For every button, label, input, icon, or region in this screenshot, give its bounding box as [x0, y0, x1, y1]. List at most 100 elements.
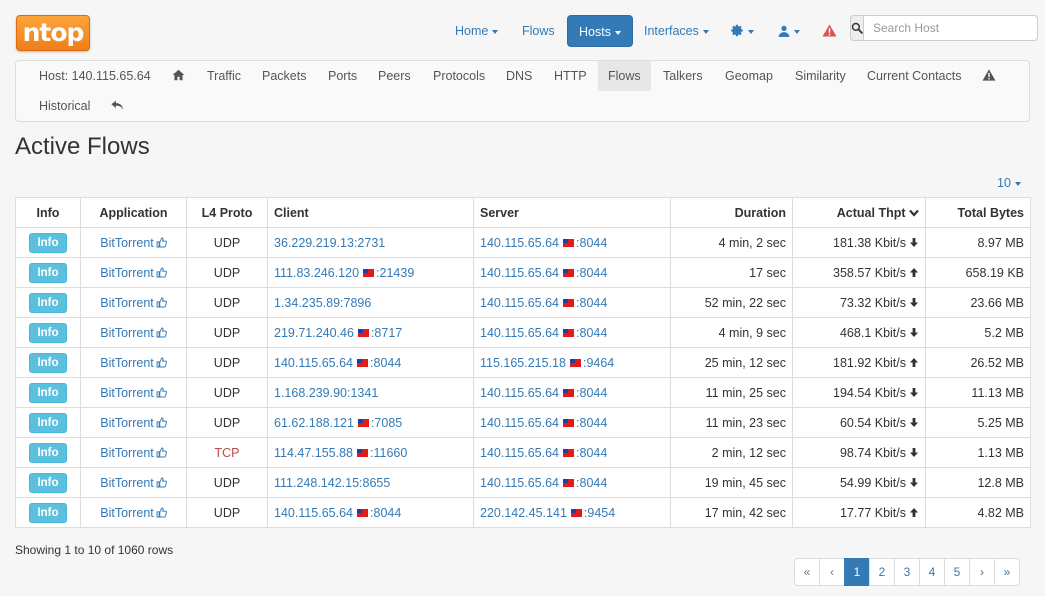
client-host-link[interactable]: 219.71.240.46: [274, 326, 354, 340]
client-host-link[interactable]: 1.34.235.89:7896: [274, 296, 371, 310]
tab-similarity[interactable]: Similarity: [785, 61, 856, 91]
client-host-link[interactable]: 140.115.65.64: [274, 356, 353, 370]
application-link[interactable]: BitTorrent: [100, 416, 154, 430]
col-client[interactable]: Client: [267, 197, 474, 228]
server-port-link[interactable]: :8044: [576, 476, 607, 490]
server-host-link[interactable]: 115.165.215.18: [480, 356, 566, 370]
info-button[interactable]: Info: [29, 472, 67, 493]
settings-menu[interactable]: [731, 15, 754, 47]
client-host-link[interactable]: 61.62.188.121: [274, 416, 354, 430]
server-host-link[interactable]: 140.115.65.64: [480, 416, 559, 430]
client-host-link[interactable]: 140.115.65.64: [274, 506, 353, 520]
tab-current-contacts[interactable]: Current Contacts: [857, 61, 971, 91]
client-host-link[interactable]: 36.229.219.13:2731: [274, 236, 385, 250]
application-link[interactable]: BitTorrent: [100, 266, 154, 280]
application-link[interactable]: BitTorrent: [100, 446, 154, 460]
info-button[interactable]: Info: [29, 352, 67, 373]
application-link[interactable]: BitTorrent: [100, 476, 154, 490]
col-server[interactable]: Server: [473, 197, 671, 228]
server-port-link[interactable]: :8044: [576, 326, 607, 340]
server-host-link[interactable]: 140.115.65.64: [480, 266, 559, 280]
search-button[interactable]: [850, 15, 863, 41]
page-last[interactable]: »: [994, 558, 1020, 586]
page-prev[interactable]: ‹: [819, 558, 845, 586]
col-actual-thpt[interactable]: Actual Thpt: [792, 197, 926, 228]
client-host-link[interactable]: 111.248.142.15:8655: [274, 476, 390, 490]
col-application[interactable]: Application: [80, 197, 187, 228]
application-link[interactable]: BitTorrent: [100, 386, 154, 400]
server-port-link[interactable]: :9454: [584, 506, 615, 520]
nav-home[interactable]: Home: [455, 15, 499, 47]
application-link[interactable]: BitTorrent: [100, 296, 154, 310]
application-link[interactable]: BitTorrent: [100, 326, 154, 340]
server-host-link[interactable]: 140.115.65.64: [480, 296, 559, 310]
tab-talkers[interactable]: Talkers: [653, 61, 713, 91]
tab-geomap[interactable]: Geomap: [715, 61, 783, 91]
server-port-link[interactable]: :8044: [576, 386, 607, 400]
client-host-link[interactable]: 1.168.239.90:1341: [274, 386, 378, 400]
tab-http[interactable]: HTTP: [544, 61, 597, 91]
tab-alerts[interactable]: [972, 61, 1006, 91]
info-button[interactable]: Info: [29, 442, 67, 463]
info-button[interactable]: Info: [29, 232, 67, 253]
tab-traffic[interactable]: Traffic: [197, 61, 251, 91]
client-port-link[interactable]: :8717: [371, 326, 402, 340]
nav-hosts[interactable]: Hosts: [567, 15, 633, 47]
search-host-input[interactable]: [863, 15, 1038, 41]
server-port-link[interactable]: :8044: [576, 236, 607, 250]
server-host-link[interactable]: 140.115.65.64: [480, 386, 559, 400]
server-host-link[interactable]: 140.115.65.64: [480, 236, 559, 250]
server-host-link[interactable]: 140.115.65.64: [480, 476, 559, 490]
server-port-link[interactable]: :8044: [576, 266, 607, 280]
client-host-link[interactable]: 114.47.155.88: [274, 446, 353, 460]
page-4[interactable]: 4: [919, 558, 945, 586]
server-host-link[interactable]: 140.115.65.64: [480, 326, 559, 340]
client-host-link[interactable]: 111.83.246.120: [274, 266, 359, 280]
client-port-link[interactable]: :11660: [370, 446, 407, 460]
info-button[interactable]: Info: [29, 412, 67, 433]
col-l4-proto[interactable]: L4 Proto: [186, 197, 268, 228]
info-button[interactable]: Info: [29, 292, 67, 313]
info-button[interactable]: Info: [29, 322, 67, 343]
nav-flows[interactable]: Flows: [522, 15, 555, 47]
alerts-link[interactable]: [822, 15, 837, 47]
page-size-dropdown[interactable]: 10: [997, 176, 1021, 190]
tab-historical[interactable]: Historical: [29, 91, 100, 121]
client-port-link[interactable]: :8044: [370, 506, 401, 520]
application-link[interactable]: BitTorrent: [100, 506, 154, 520]
application-link[interactable]: BitTorrent: [100, 236, 154, 250]
page-2[interactable]: 2: [869, 558, 895, 586]
col-duration[interactable]: Duration: [670, 197, 793, 228]
page-3[interactable]: 3: [894, 558, 920, 586]
server-port-link[interactable]: :9464: [583, 356, 614, 370]
nav-interfaces[interactable]: Interfaces: [644, 15, 709, 47]
tab-protocols[interactable]: Protocols: [423, 61, 495, 91]
server-host-link[interactable]: 220.142.45.141: [480, 506, 567, 520]
server-port-link[interactable]: :8044: [576, 446, 607, 460]
ntop-logo[interactable]: ntop: [16, 15, 90, 51]
host-home-link[interactable]: [162, 61, 195, 91]
col-info[interactable]: Info: [15, 197, 81, 228]
client-port-link[interactable]: :7085: [371, 416, 402, 430]
client-port-link[interactable]: :21439: [376, 266, 414, 280]
tab-dns[interactable]: DNS: [496, 61, 542, 91]
tab-flows[interactable]: Flows: [598, 61, 651, 91]
col-total-bytes[interactable]: Total Bytes: [925, 197, 1031, 228]
page-first[interactable]: «: [794, 558, 820, 586]
server-port-link[interactable]: :8044: [576, 416, 607, 430]
page-5[interactable]: 5: [944, 558, 970, 586]
back-link[interactable]: [101, 91, 134, 121]
client-port-link[interactable]: :8044: [370, 356, 401, 370]
server-host-link[interactable]: 140.115.65.64: [480, 446, 559, 460]
page-1[interactable]: 1: [844, 558, 870, 586]
tab-peers[interactable]: Peers: [368, 61, 421, 91]
application-link[interactable]: BitTorrent: [100, 356, 154, 370]
page-next[interactable]: ›: [969, 558, 995, 586]
tab-packets[interactable]: Packets: [252, 61, 316, 91]
server-port-link[interactable]: :8044: [576, 296, 607, 310]
tab-ports[interactable]: Ports: [318, 61, 367, 91]
info-button[interactable]: Info: [29, 382, 67, 403]
user-menu[interactable]: [778, 15, 800, 47]
info-button[interactable]: Info: [29, 262, 67, 283]
info-button[interactable]: Info: [29, 502, 67, 523]
